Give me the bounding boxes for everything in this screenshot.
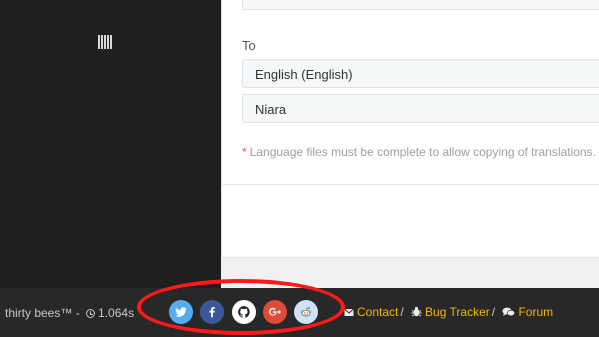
bug-icon bbox=[411, 306, 422, 317]
panel-divider bbox=[222, 184, 599, 185]
facebook-icon[interactable] bbox=[200, 300, 224, 324]
clock-icon bbox=[86, 309, 96, 318]
envelope-icon bbox=[344, 308, 354, 316]
comments-icon bbox=[502, 307, 516, 317]
google-plus-icon[interactable] bbox=[263, 300, 287, 324]
brand-separator: - bbox=[75, 306, 80, 320]
footer-links: Contact / Bug Tracker / Forum bbox=[344, 305, 553, 319]
footer-brand: thirty bees™ - 1.064s bbox=[5, 306, 134, 320]
bug-tracker-link[interactable]: Bug Tracker bbox=[425, 305, 490, 319]
to-label: To bbox=[242, 38, 256, 53]
github-icon[interactable] bbox=[232, 300, 256, 324]
to-theme-select[interactable]: Niara bbox=[242, 94, 599, 123]
from-select[interactable] bbox=[242, 0, 599, 10]
load-time: 1.064s bbox=[98, 306, 135, 320]
footer: thirty bees™ - 1.064s Contact / Bug Track… bbox=[0, 288, 599, 337]
brand-name: thirty bees™ bbox=[5, 306, 73, 320]
reddit-icon[interactable] bbox=[294, 300, 318, 324]
twitter-icon[interactable] bbox=[169, 300, 193, 324]
contact-link[interactable]: Contact bbox=[357, 305, 398, 319]
help-text-content: Language files must be complete to allow… bbox=[249, 145, 596, 159]
help-text: * Language files must be complete to allo… bbox=[242, 145, 596, 159]
sidebar bbox=[0, 0, 221, 288]
forum-link[interactable]: Forum bbox=[518, 305, 553, 319]
required-star: * bbox=[242, 145, 247, 159]
main-content: To English (English) Niara * Language fil… bbox=[221, 0, 599, 288]
sidebar-toggle-icon[interactable] bbox=[98, 35, 112, 49]
link-separator: / bbox=[400, 305, 404, 319]
link-separator: / bbox=[491, 305, 496, 319]
to-language-select[interactable]: English (English) bbox=[242, 59, 599, 88]
copy-translations-panel: To English (English) Niara * Language fil… bbox=[221, 0, 599, 258]
